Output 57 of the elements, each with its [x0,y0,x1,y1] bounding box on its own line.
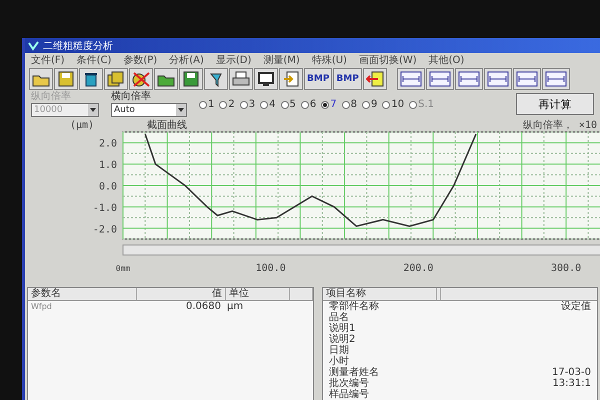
table-cell-text: 零部件名称 [328,301,380,312]
recalculate-button[interactable]: 再计算 [516,93,594,115]
menu-item[interactable]: 条件(C) [76,53,112,67]
menu-item[interactable]: 测量(M) [263,53,300,67]
radio-option[interactable]: 6 [300,99,316,110]
y-tick-label: 0.0 [98,182,117,192]
y-tick-label: -2.0 [92,224,117,236]
horizontal-magnification-label: 横向倍率 [111,91,152,103]
menu-item[interactable]: 其他(O) [428,53,464,67]
x-tick-label: 300.0 [551,263,582,274]
radio-option[interactable]: 7 [321,99,337,110]
x-tick-label: 100.0 [256,263,286,274]
radio-option[interactable]: 5 [280,99,296,110]
radio-option[interactable]: 9 [362,99,378,110]
table-cell-text: μm [226,301,244,313]
menu-item[interactable]: 画面切换(W) [358,53,417,67]
bmp-export-button[interactable]: BMP [304,68,332,90]
table-cell-text: 13:31:1 [552,378,592,389]
y-tick-label: -1.0 [92,202,117,214]
column-header: 单位 [226,288,290,300]
table-cell-text: Wfpd [30,301,53,313]
table-cell-text: 批次编号 [328,378,370,389]
menu-item[interactable]: 文件(F) [31,53,65,67]
table-cell-text: 说明1 [328,323,356,334]
menu-item[interactable]: 分析(A) [169,53,204,67]
bmp-export-button[interactable]: BMP [333,68,362,90]
y-tick-label: 2.0 [98,138,117,150]
table-cell-text: 0.0680 [185,301,222,313]
vertical-magnification-label: 纵向倍率 [31,91,72,103]
menu-item[interactable]: 参数(P) [123,53,158,67]
radio-option[interactable]: 10 [382,99,404,110]
radio-option[interactable]: 1 [199,99,214,110]
horizontal-magnification-dropdown[interactable]: Auto [111,103,187,117]
radio-option[interactable]: 2 [219,99,235,110]
radio-option[interactable]: 4 [260,99,276,110]
table-cell-text: 设定值 [561,301,592,312]
menu-item[interactable]: 特殊(U) [312,53,347,67]
window-title: 二维粗糙度分析 [43,40,113,52]
table-cell-text: 日期 [328,345,350,356]
column-header: 项目名称 [323,288,437,300]
table-cell-text: 样品编号 [328,389,370,400]
table-cell-text: 小时 [328,356,349,367]
table-cell-text: 说明2 [328,334,356,345]
chart-title: 截面曲线 [147,120,187,131]
column-header: 参数名 [28,288,137,300]
x-tick-label: 0mm [116,264,130,273]
table-cell-text: 17-03-0 [552,367,592,378]
x-tick-label: 200.0 [403,263,434,274]
radio-option[interactable]: 8 [342,99,357,110]
menu-item[interactable]: 显示(D) [216,53,252,67]
table-cell-text: 品名 [328,312,350,323]
unit-label: (μm) [70,120,94,131]
column-header: 值 [137,288,226,300]
y-tick-label: 1.0 [98,160,117,172]
table-cell-text: 测量者姓名 [328,367,380,378]
radio-option[interactable]: 3 [240,99,256,110]
magnification-note: 纵向倍率， ×10 [522,120,597,131]
